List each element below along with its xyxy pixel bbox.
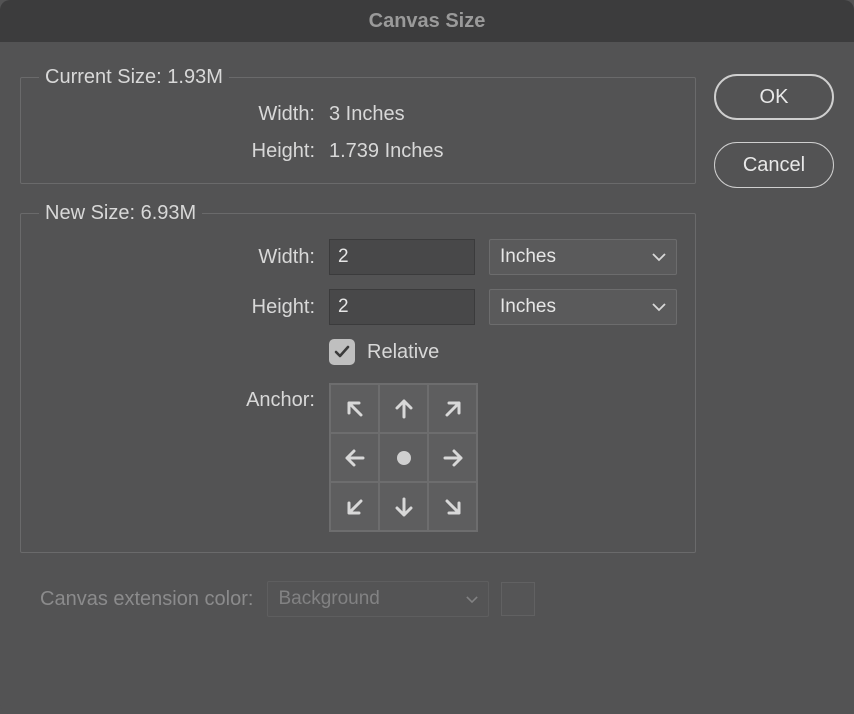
- check-icon: [333, 343, 351, 361]
- anchor-row: Anchor:: [39, 383, 677, 532]
- anchor-grid: [329, 383, 478, 532]
- dialog-title: Canvas Size: [369, 10, 486, 33]
- extension-color-select[interactable]: Background: [267, 581, 489, 617]
- new-width-input[interactable]: [329, 239, 475, 275]
- cancel-button[interactable]: Cancel: [714, 142, 834, 188]
- ok-button-label: OK: [760, 86, 789, 109]
- current-height-label: Height:: [39, 140, 329, 163]
- chevron-down-icon: [652, 302, 666, 312]
- arrow-right-icon: [439, 444, 467, 472]
- relative-checkbox[interactable]: [329, 339, 355, 365]
- anchor-top[interactable]: [380, 385, 427, 432]
- dialog-content: Current Size: 1.93M Width: 3 Inches Heig…: [0, 42, 854, 637]
- cancel-button-label: Cancel: [743, 154, 805, 177]
- anchor-top-left[interactable]: [331, 385, 378, 432]
- new-size-legend: New Size: 6.93M: [39, 202, 202, 225]
- anchor-right[interactable]: [429, 434, 476, 481]
- chevron-down-icon: [466, 595, 478, 604]
- new-width-label: Width:: [39, 246, 329, 269]
- current-width-label: Width:: [39, 103, 329, 126]
- right-pane: OK Cancel: [714, 66, 834, 617]
- arrow-down-right-icon: [439, 493, 467, 521]
- new-width-row: Width: Inches: [39, 239, 677, 275]
- dialog-titlebar: Canvas Size: [0, 0, 854, 42]
- anchor-left[interactable]: [331, 434, 378, 481]
- new-height-unit-select[interactable]: Inches: [489, 289, 677, 325]
- arrow-down-icon: [390, 493, 418, 521]
- current-width-row: Width: 3 Inches: [39, 103, 677, 126]
- current-width-value: 3 Inches: [329, 103, 405, 126]
- current-height-row: Height: 1.739 Inches: [39, 140, 677, 163]
- anchor-center-dot-icon: [397, 451, 411, 465]
- left-pane: Current Size: 1.93M Width: 3 Inches Heig…: [20, 66, 696, 617]
- arrow-down-left-icon: [341, 493, 369, 521]
- new-height-row: Height: Inches: [39, 289, 677, 325]
- relative-row: Relative: [39, 339, 677, 365]
- anchor-center[interactable]: [380, 434, 427, 481]
- arrow-up-right-icon: [439, 395, 467, 423]
- extension-color-value: Background: [278, 588, 379, 610]
- extension-color-label: Canvas extension color:: [40, 588, 253, 611]
- ok-button[interactable]: OK: [714, 74, 834, 120]
- new-width-unit-select[interactable]: Inches: [489, 239, 677, 275]
- new-width-unit-value: Inches: [500, 246, 556, 268]
- new-size-group: New Size: 6.93M Width: Inches Height:: [20, 202, 696, 553]
- anchor-label: Anchor:: [39, 383, 329, 412]
- new-height-input[interactable]: [329, 289, 475, 325]
- current-height-value: 1.739 Inches: [329, 140, 444, 163]
- relative-label: Relative: [367, 341, 439, 364]
- arrow-up-left-icon: [341, 395, 369, 423]
- canvas-size-dialog: Canvas Size Current Size: 1.93M Width: 3…: [0, 0, 854, 714]
- extension-color-swatch[interactable]: [501, 582, 535, 616]
- anchor-top-right[interactable]: [429, 385, 476, 432]
- chevron-down-icon: [652, 252, 666, 262]
- arrow-left-icon: [341, 444, 369, 472]
- anchor-bottom-left[interactable]: [331, 483, 378, 530]
- extension-color-row: Canvas extension color: Background: [20, 571, 696, 617]
- anchor-bottom[interactable]: [380, 483, 427, 530]
- current-size-legend: Current Size: 1.93M: [39, 66, 229, 89]
- current-size-group: Current Size: 1.93M Width: 3 Inches Heig…: [20, 66, 696, 184]
- new-height-unit-value: Inches: [500, 296, 556, 318]
- arrow-up-icon: [390, 395, 418, 423]
- anchor-bottom-right[interactable]: [429, 483, 476, 530]
- new-height-label: Height:: [39, 296, 329, 319]
